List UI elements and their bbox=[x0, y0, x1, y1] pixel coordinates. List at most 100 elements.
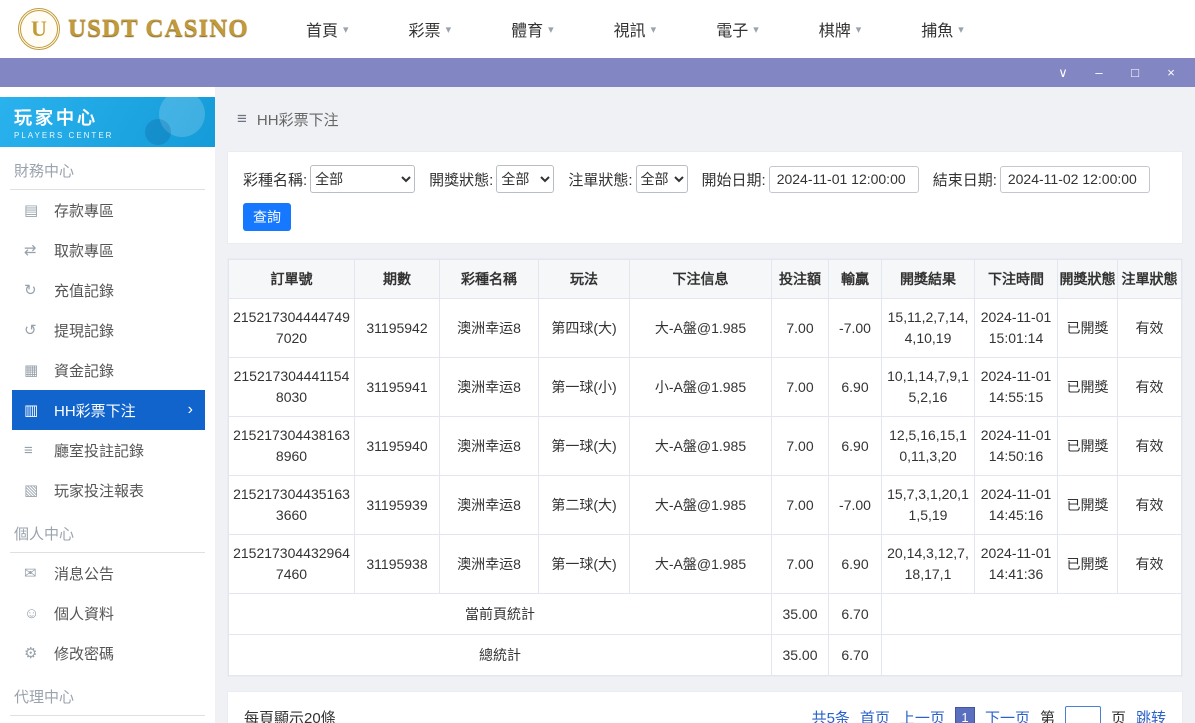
table-row: 2152173044381638960 31195940 澳洲幸运8 第一球(大) 大-… bbox=[228, 416, 1182, 476]
per-page-label: 每頁顯示20條 bbox=[244, 709, 336, 723]
next-page-link[interactable]: 下一页 bbox=[985, 707, 1030, 723]
column-header-bet_info: 下注信息 bbox=[629, 259, 772, 299]
chevron-down-icon: ▾ bbox=[753, 23, 759, 36]
page-total-win: 6.70 bbox=[828, 593, 882, 635]
page-suffix-label: 页 bbox=[1110, 709, 1126, 723]
collapse-icon[interactable]: ∨ bbox=[1055, 66, 1071, 79]
cell-play: 第一球(大) bbox=[538, 534, 630, 594]
cell-amount: 7.00 bbox=[771, 416, 829, 476]
cell-result: 20,14,3,12,7,18,17,1 bbox=[881, 534, 975, 594]
sidebar-item-room-bet-record[interactable]: ≡ 廳室投註記錄 bbox=[0, 430, 215, 470]
nav-item-electronic[interactable]: 電子 ▾ bbox=[716, 17, 759, 41]
sidebar-item-deposit-zone[interactable]: ▤ 存款專區 bbox=[0, 190, 215, 230]
sidebar-item-label: 玩家投注報表 bbox=[54, 482, 145, 500]
column-header-amount: 投注額 bbox=[771, 259, 829, 299]
chevron-down-icon: ▾ bbox=[650, 23, 657, 36]
maximize-icon[interactable]: □ bbox=[1127, 66, 1143, 79]
cell-order_status: 有效 bbox=[1117, 475, 1182, 535]
column-header-order_no: 訂單號 bbox=[228, 259, 355, 299]
pagination-bar: 每頁顯示20條 共5条 首页 上一页 1 下一页 第 页 跳转 bbox=[227, 691, 1183, 723]
bet-table-card: 訂單號 期數 彩種名稱 玩法 下注信息 投注額 輸贏 開獎結果 下注時間 開獎狀態 注單狀態 215… bbox=[227, 258, 1183, 677]
nav-item-label: 棋牌 bbox=[818, 23, 851, 40]
chevron-down-icon: ▾ bbox=[445, 23, 452, 36]
cell-lottery: 澳洲幸运8 bbox=[439, 475, 539, 535]
cell-play: 第四球(大) bbox=[538, 298, 630, 358]
lottery-name-select[interactable]: 全部 bbox=[310, 165, 416, 193]
close-icon[interactable]: × bbox=[1163, 66, 1179, 79]
current-page[interactable]: 1 bbox=[954, 707, 975, 723]
sidebar-item-funds-record[interactable]: ▦ 資金記錄 bbox=[0, 350, 215, 390]
menu-toggle-icon[interactable]: ≡ bbox=[237, 109, 247, 129]
sidebar-item-profile[interactable]: ☺ 個人資料 bbox=[0, 593, 215, 633]
sidebar-item-label: 取款專區 bbox=[54, 242, 115, 260]
app-window: U USDT CASINO 首頁 ▾ 彩票 ▾ 體育 ▾ 視訊 ▾ 電子 ▾ 棋牌 ▾ 捕魚 ▾ ∨ – … bbox=[0, 0, 1195, 723]
grand-total-empty bbox=[881, 634, 1182, 676]
nav-item-label: 首頁 bbox=[306, 23, 339, 40]
cell-win: 6.90 bbox=[828, 416, 882, 476]
column-header-play: 玩法 bbox=[538, 259, 630, 299]
logo: U USDT CASINO bbox=[18, 8, 258, 50]
cell-order_no: 2152173044329647460 bbox=[228, 534, 355, 594]
breadcrumb: ≡ HH彩票下注 bbox=[227, 87, 1183, 151]
cell-time: 2024-11-01 14:50:16 bbox=[974, 416, 1058, 476]
column-header-win: 輸贏 bbox=[828, 259, 882, 299]
sidebar-item-hh-lottery-bet[interactable]: ▥ HH彩票下注 › bbox=[12, 390, 205, 430]
start-date-label: 開始日期: bbox=[701, 171, 766, 189]
end-date-input[interactable] bbox=[999, 165, 1150, 193]
prev-page-link[interactable]: 上一页 bbox=[900, 707, 945, 723]
page-prefix-label: 第 bbox=[1039, 709, 1055, 723]
cell-order_no: 2152173044447497020 bbox=[228, 298, 355, 358]
sidebar-item-player-bet-report[interactable]: ▧ 玩家投注報表 bbox=[0, 470, 215, 510]
sidebar-item-recharge-record[interactable]: ↻ 充值記錄 bbox=[0, 270, 215, 310]
cell-order_status: 有效 bbox=[1117, 416, 1182, 476]
sidebar-item-change-password[interactable]: ⚙ 修改密碼 bbox=[0, 633, 215, 673]
order-status-select[interactable]: 全部 bbox=[635, 165, 688, 193]
sidebar-item-withdraw-zone[interactable]: ⇄ 取款專區 bbox=[0, 230, 215, 270]
nav-item-label: 視訊 bbox=[613, 23, 646, 40]
cell-period: 31195939 bbox=[354, 475, 440, 535]
start-date-input[interactable] bbox=[768, 165, 919, 193]
cell-order_no: 2152173044381638960 bbox=[228, 416, 355, 476]
cell-bet_info: 大-A盤@1.985 bbox=[629, 475, 772, 535]
nav-item-home[interactable]: 首頁 ▾ bbox=[306, 17, 349, 41]
cell-time: 2024-11-01 14:45:16 bbox=[974, 475, 1058, 535]
nav-item-lottery[interactable]: 彩票 ▾ bbox=[409, 17, 452, 41]
total-count: 共5条 bbox=[811, 709, 850, 723]
cell-win: -7.00 bbox=[828, 298, 882, 358]
search-button[interactable]: 查詢 bbox=[243, 203, 291, 231]
cell-amount: 7.00 bbox=[771, 357, 829, 417]
room-bet-record-icon: ≡ bbox=[24, 441, 33, 459]
cell-period: 31195940 bbox=[354, 416, 440, 476]
nav-item-fishing[interactable]: 捕魚 ▾ bbox=[921, 17, 964, 41]
table-row: 2152173044351633660 31195939 澳洲幸运8 第二球(大) 大-… bbox=[228, 475, 1182, 535]
sidebar: 玩家中心 PLAYERS CENTER 財務中心 ▤ 存款專區 ⇄ 取款專區 ↻ 充值記錄 ↺… bbox=[0, 87, 215, 723]
sidebar-item-announcements[interactable]: ✉ 消息公告 bbox=[0, 553, 215, 593]
cell-lottery: 澳洲幸运8 bbox=[439, 298, 539, 358]
order-status-label: 注單狀態: bbox=[568, 171, 633, 189]
main-area: ≡ HH彩票下注 彩種名稱: 全部 開獎狀態: 全部 注單狀態: 全部 開始日期… bbox=[215, 87, 1195, 723]
cell-time: 2024-11-01 15:01:14 bbox=[974, 298, 1058, 358]
cell-result: 10,1,14,7,9,15,2,16 bbox=[881, 357, 975, 417]
cell-period: 31195938 bbox=[354, 534, 440, 594]
cell-play: 第二球(大) bbox=[538, 475, 630, 535]
nav-item-label: 捕魚 bbox=[921, 23, 954, 40]
grand-total-win: 6.70 bbox=[828, 634, 882, 676]
table-row: 2152173044329647460 31195938 澳洲幸运8 第一球(大) 大-… bbox=[228, 534, 1182, 594]
page-jump-input[interactable] bbox=[1064, 706, 1101, 723]
jump-link[interactable]: 跳转 bbox=[1136, 707, 1166, 723]
column-header-order_status: 注單狀態 bbox=[1117, 259, 1182, 299]
cell-draw_status: 已開獎 bbox=[1057, 416, 1118, 476]
cell-draw_status: 已開獎 bbox=[1057, 298, 1118, 358]
first-page-link[interactable]: 首页 bbox=[860, 707, 890, 723]
cell-bet_info: 大-A盤@1.985 bbox=[629, 416, 772, 476]
nav-item-board-games[interactable]: 棋牌 ▾ bbox=[819, 17, 862, 41]
sidebar-item-withdrawal-record[interactable]: ↺ 提現記錄 bbox=[0, 310, 215, 350]
cell-order_status: 有效 bbox=[1117, 534, 1182, 594]
sidebar-item-label: 存款專區 bbox=[54, 202, 115, 220]
nav-item-video[interactable]: 視訊 ▾ bbox=[614, 17, 657, 41]
nav-item-sports[interactable]: 體育 ▾ bbox=[511, 17, 554, 41]
minimize-icon[interactable]: – bbox=[1091, 66, 1107, 79]
draw-status-select[interactable]: 全部 bbox=[496, 165, 555, 193]
cell-bet_info: 大-A盤@1.985 bbox=[629, 534, 772, 594]
sidebar-item-label: 廳室投註記錄 bbox=[54, 442, 145, 460]
